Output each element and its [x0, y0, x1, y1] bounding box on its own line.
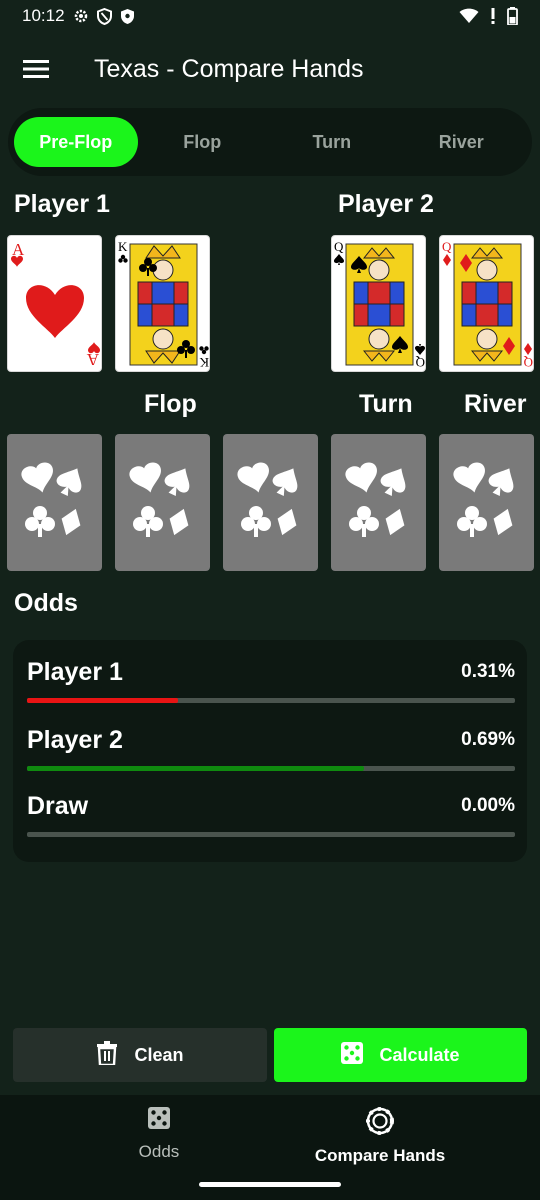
nav-item-label: Compare Hands [314, 1146, 446, 1165]
svg-text:Q: Q [334, 239, 344, 254]
svg-text:Q: Q [442, 239, 452, 254]
flop-card-3-slot[interactable] [223, 434, 318, 571]
odds-title: Odds [14, 589, 78, 617]
flop-card-1-slot[interactable] [7, 434, 102, 571]
status-time: 10:12 [22, 6, 65, 25]
odds-row-value: 0.00% [461, 795, 515, 816]
nav-item-compare-hands[interactable]: Compare Hands [245, 1107, 515, 1166]
odds-row-name: Player 2 [27, 726, 123, 754]
odds-row-name: Player 1 [27, 658, 123, 686]
app-bar: Texas - Compare Hands [0, 32, 540, 106]
card-suits-icon [21, 462, 82, 537]
gear-icon [73, 8, 89, 24]
svg-text:Q: Q [523, 355, 533, 370]
calculate-button[interactable]: Calculate [274, 1028, 527, 1082]
hamburger-menu-icon[interactable] [6, 32, 66, 106]
home-indicator[interactable] [199, 1182, 341, 1187]
tab-turn[interactable]: Turn [267, 117, 397, 167]
flop-card-2-slot[interactable] [115, 434, 210, 571]
tab-flop[interactable]: Flop [138, 117, 268, 167]
svg-text:K: K [199, 355, 209, 370]
odds-row-value: 0.31% [461, 661, 515, 682]
turn-label: Turn [359, 390, 413, 418]
tab-river[interactable]: River [397, 117, 527, 167]
street-tabs: Pre-Flop Flop Turn River [8, 108, 532, 176]
shield-filled-icon [120, 8, 135, 25]
status-bar: 10:12 [0, 0, 540, 32]
odds-row-name: Draw [27, 792, 89, 820]
player-1-label: Player 1 [14, 190, 110, 218]
odds-row-value: 0.69% [461, 729, 515, 750]
card-suits-icon [345, 462, 406, 537]
tab-pre-flop[interactable]: Pre-Flop [14, 117, 138, 167]
trash-icon [96, 1040, 118, 1070]
river-label: River [464, 390, 527, 418]
card-queen-of-diamonds[interactable]: Q Q [439, 235, 534, 372]
shield-icon [96, 7, 112, 25]
battery-alert-icon [489, 8, 497, 24]
card-suits-icon [129, 462, 190, 537]
turn-card-slot[interactable] [331, 434, 426, 571]
card-suits-icon [453, 462, 514, 537]
odds-progress-track [27, 698, 515, 703]
dice-icon [148, 1107, 170, 1134]
nav-item-label: Odds [138, 1142, 180, 1161]
flop-label: Flop [144, 390, 197, 418]
clean-button-label: Clean [134, 1044, 184, 1065]
clean-button[interactable]: Clean [13, 1028, 267, 1082]
odds-progress-track [27, 766, 515, 771]
river-card-slot[interactable] [439, 434, 534, 571]
wifi-icon [459, 8, 479, 24]
battery-icon [507, 7, 518, 25]
card-queen-of-spades[interactable]: Q Q [331, 235, 426, 372]
card-suits-icon [237, 462, 298, 537]
poker-chip-icon [366, 1107, 394, 1140]
odds-progress-fill [27, 766, 364, 771]
calculate-button-label: Calculate [379, 1044, 460, 1065]
card-king-of-clubs[interactable]: K K [115, 235, 210, 372]
svg-text:K: K [118, 239, 128, 254]
svg-text:Q: Q [415, 355, 425, 370]
odds-progress-track [27, 832, 515, 837]
odds-progress-fill [27, 698, 179, 703]
page-title: Texas - Compare Hands [94, 54, 364, 83]
card-ace-of-hearts[interactable]: A A [7, 235, 102, 372]
player-2-label: Player 2 [338, 190, 434, 218]
odds-panel: Player 1 0.31% Player 2 0.69% Draw 0.00% [13, 640, 527, 862]
dice-icon [341, 1041, 364, 1069]
